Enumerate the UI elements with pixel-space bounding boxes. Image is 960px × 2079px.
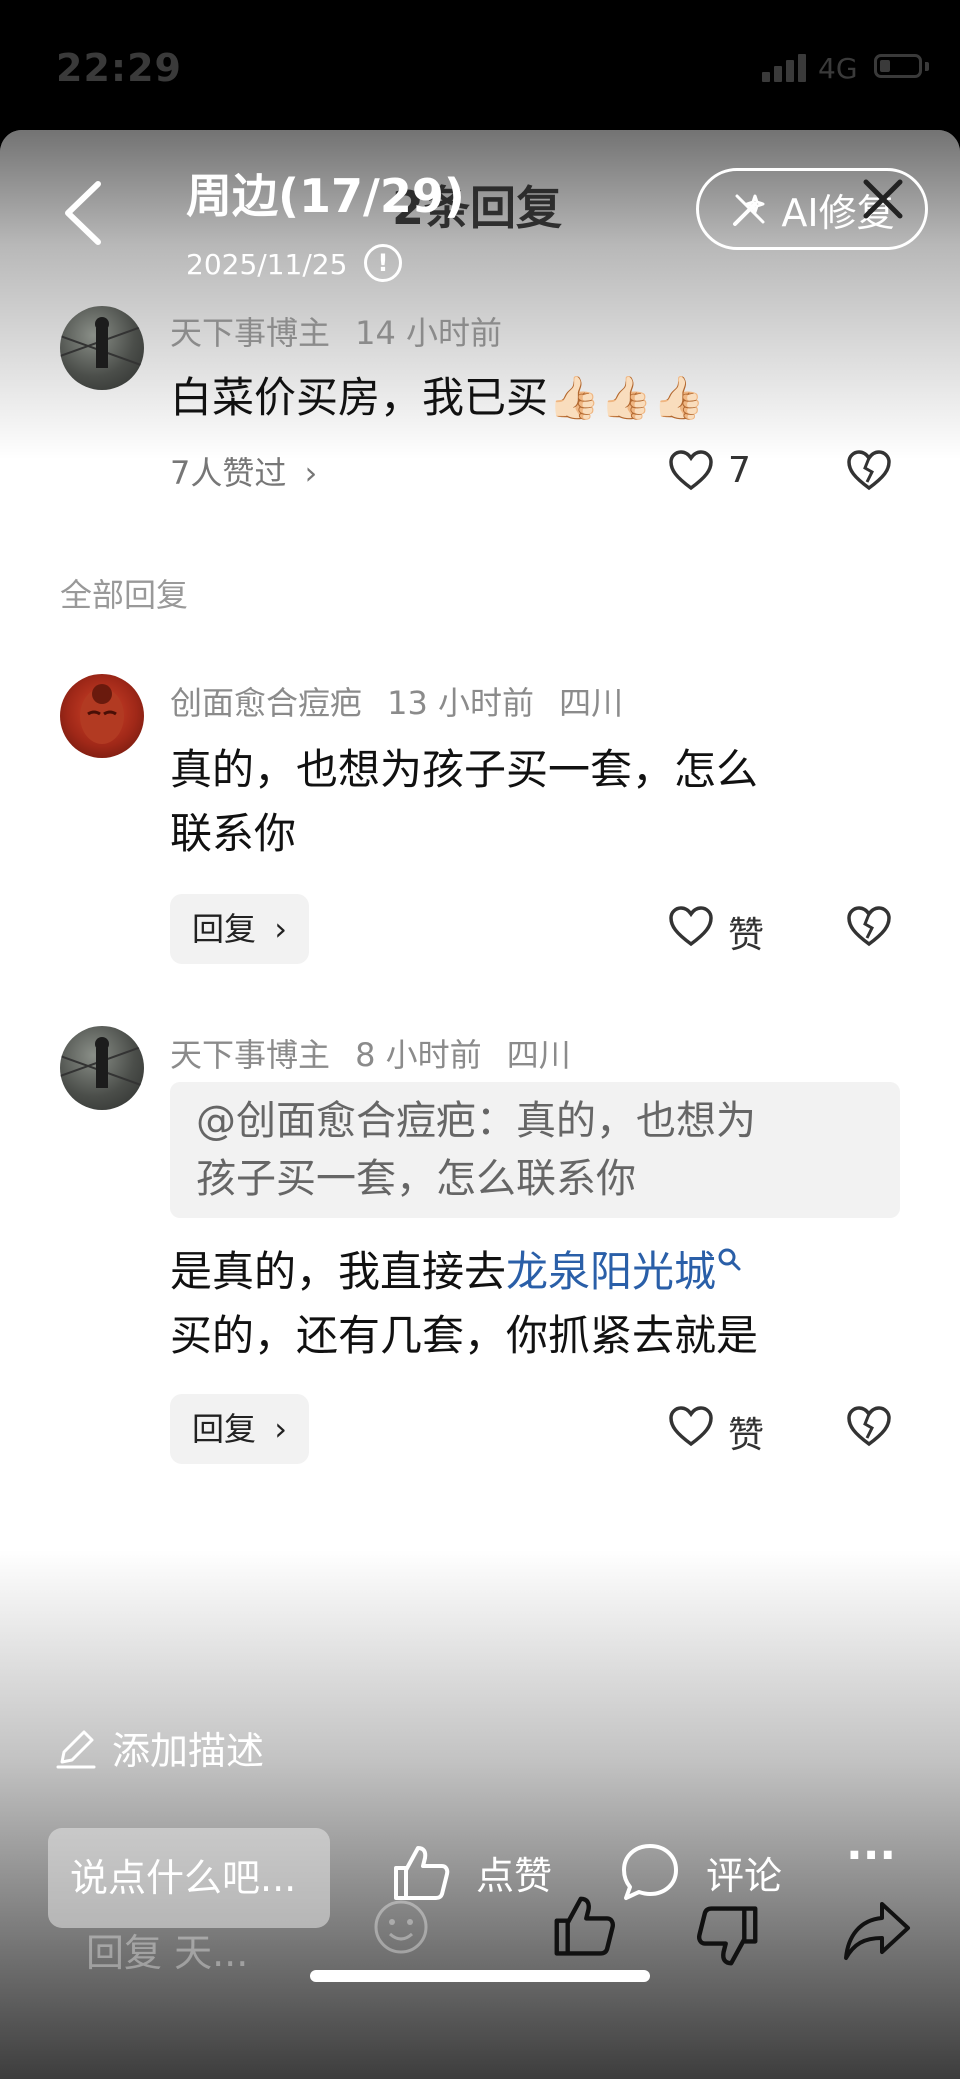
thumb-down-icon: [697, 1906, 758, 1966]
reply-time: 8 小时前: [355, 1036, 482, 1074]
reply-text-line: 买的，还有几套，你抓紧去就是: [170, 1311, 759, 1360]
reply-input-ghost: 回复 天...: [86, 1931, 249, 1975]
location-link[interactable]: 龙泉阳光城: [506, 1247, 716, 1296]
reply-username[interactable]: 创面愈合痘疤: [170, 684, 362, 722]
reply-button[interactable]: 回复 ›: [170, 894, 309, 964]
reply-location: 四川: [506, 1036, 571, 1074]
magic-wand-icon: [733, 194, 765, 226]
comment-bubble-icon: [622, 1844, 678, 1900]
avatar-image: [80, 684, 124, 744]
comment-username[interactable]: 天下事博主: [170, 314, 330, 352]
network-label: 4G: [818, 52, 858, 85]
battery-icon: [874, 54, 922, 78]
reply-text: 是真的，我直接去龙泉阳光城 买的，还有几套，你抓紧去就是: [170, 1240, 758, 1368]
reply-button[interactable]: 回复 ›: [170, 1394, 309, 1464]
avatar-image: [60, 1037, 144, 1088]
reply-time: 13 小时前: [387, 684, 535, 722]
avatar-image: [60, 317, 144, 368]
quoted-comment: @创面愈合痘疤：真的，也想为 孩子买一套，怎么联系你: [170, 1082, 900, 1218]
chevron-right-icon: ›: [304, 454, 318, 492]
like-count: 7: [728, 450, 751, 491]
search-icon[interactable]: [716, 1246, 742, 1272]
close-icon[interactable]: [860, 176, 906, 222]
home-indicator: [310, 1970, 650, 1982]
reply-text-prefix: 是真的，我直接去: [170, 1247, 507, 1296]
reply-button-label: 回复: [192, 910, 257, 948]
comment-input[interactable]: 说点什么吧...: [48, 1828, 330, 1928]
reply-text-line: 联系你: [170, 809, 297, 858]
signal-icon: [762, 52, 808, 82]
comment-sheet: 2条回复 周边(17/29) 2025/11/25 ! AI修复 天下事博主 1…: [0, 130, 960, 2079]
reply-username[interactable]: 天下事博主: [170, 1036, 330, 1074]
like-label: 点赞: [476, 1853, 553, 1898]
emoji-icon: [374, 1900, 428, 1954]
like-button[interactable]: 点赞: [388, 1840, 552, 1904]
reply-text: 真的，也想为孩子买一套，怎么 联系你: [170, 738, 758, 866]
avatar[interactable]: [60, 306, 144, 390]
chevron-left-icon[interactable]: [58, 178, 108, 248]
album-title: 周边(17/29): [186, 169, 465, 223]
add-description-label: 添加描述: [112, 1729, 265, 1773]
quote-line: @创面愈合痘疤：真的，也想为: [196, 1098, 756, 1144]
reply-location: 四川: [559, 684, 624, 722]
broken-heart-icon[interactable]: [846, 1404, 892, 1450]
likers-link[interactable]: 7人赞过 ›: [170, 448, 317, 494]
comment-text: 白菜价买房，我已买👍🏻👍🏻👍🏻: [170, 373, 705, 422]
comment-label: 评论: [706, 1853, 783, 1898]
broken-heart-icon[interactable]: [846, 904, 892, 950]
info-icon[interactable]: !: [364, 244, 402, 282]
like-label: 赞: [728, 1415, 765, 1456]
chevron-right-icon: ›: [274, 1410, 287, 1448]
pencil-icon: [56, 1730, 96, 1768]
section-label: 全部回复: [60, 576, 189, 614]
thumb-up-icon: [394, 1846, 450, 1900]
avatar[interactable]: [60, 674, 144, 758]
status-bar: 22:29 4G: [0, 0, 960, 130]
reply-button-label: 回复: [192, 1410, 257, 1448]
share-icon[interactable]: [842, 1898, 912, 1964]
like-label: 赞: [728, 915, 765, 956]
comment-button[interactable]: 评论: [618, 1840, 782, 1904]
heart-icon[interactable]: [668, 904, 714, 950]
status-time: 22:29: [56, 46, 182, 90]
comment-time: 14 小时前: [355, 314, 503, 352]
quote-line: 孩子买一套，怎么联系你: [196, 1156, 636, 1202]
album-date: 2025/11/25: [186, 248, 348, 281]
reply-text-line: 真的，也想为孩子买一套，怎么: [170, 745, 759, 794]
avatar[interactable]: [60, 1026, 144, 1110]
thumb-up-icon: [554, 1896, 615, 1956]
heart-icon[interactable]: [668, 448, 714, 494]
bottom-overlay: [0, 1550, 960, 2079]
heart-icon[interactable]: [668, 1404, 714, 1450]
battery-tip: [925, 62, 929, 71]
likers-label: 7人赞过: [170, 454, 287, 492]
more-button[interactable]: ···: [846, 1830, 896, 1881]
chevron-right-icon: ›: [274, 910, 287, 948]
broken-heart-icon[interactable]: [846, 448, 892, 494]
add-description-button[interactable]: 添加描述: [54, 1720, 264, 1775]
